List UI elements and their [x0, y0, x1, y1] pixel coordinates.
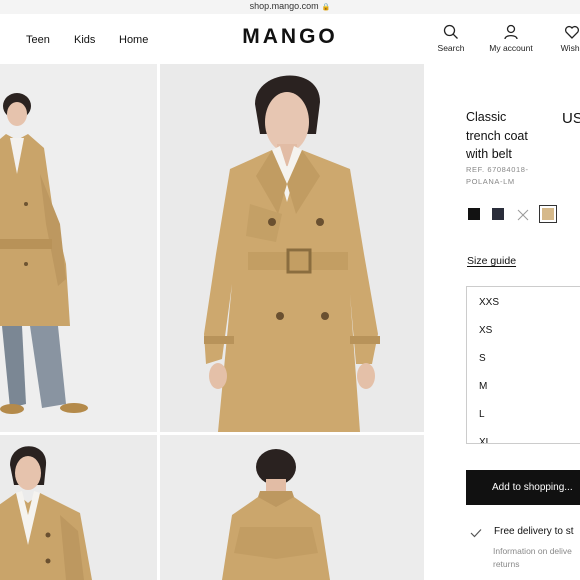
- size-option-s[interactable]: S: [479, 353, 486, 364]
- site-header: n Teen Kids Home MANGO Search My account…: [0, 14, 580, 64]
- size-option-xxs[interactable]: XXS: [479, 297, 499, 308]
- add-to-bag-button[interactable]: Add to shopping...: [466, 470, 580, 505]
- delivery-info-line: returns: [493, 559, 520, 569]
- wishlist-button[interactable]: Wishli: [552, 24, 580, 53]
- color-swatch-navy[interactable]: [492, 208, 504, 220]
- size-option-l[interactable]: L: [479, 409, 485, 420]
- product-reference: REF. 67084018- POLANA-LM: [466, 164, 536, 188]
- user-icon: [504, 24, 518, 40]
- product-info-panel: Classic trench coat with belt US REF. 67…: [424, 64, 580, 580]
- title-line: Classic: [466, 110, 507, 124]
- model-photo-2: [160, 64, 424, 432]
- account-button[interactable]: My account: [483, 24, 539, 53]
- search-button[interactable]: Search: [434, 24, 468, 53]
- model-photo-1: [0, 64, 157, 432]
- size-selector-list[interactable]: XXS XS S M L XL: [466, 286, 580, 444]
- check-icon: [470, 529, 482, 538]
- delivery-info-line: Information on delive: [493, 546, 572, 556]
- title-line: trench coat: [466, 128, 528, 143]
- heart-icon: [565, 25, 579, 39]
- wishlist-label: Wishli: [560, 43, 580, 53]
- product-title: Classic trench coat with belt: [466, 108, 550, 164]
- product-photo-back[interactable]: [160, 435, 424, 580]
- lock-icon: 🔒: [321, 4, 331, 11]
- model-photo-4: [160, 435, 424, 580]
- browser-address-bar[interactable]: shop.mango.com 🔒: [0, 0, 580, 14]
- product-photo-full-front[interactable]: [0, 64, 157, 432]
- product-photo-open-front[interactable]: [0, 435, 157, 580]
- search-icon: [443, 24, 458, 39]
- free-delivery-text: Free delivery to st: [494, 526, 574, 537]
- product-gallery: [0, 64, 424, 580]
- search-label: Search: [437, 43, 465, 53]
- size-option-xs[interactable]: XS: [479, 325, 492, 336]
- account-label: My account: [489, 43, 533, 53]
- reference-line: REF. 67084018-: [466, 165, 529, 174]
- color-swatch-black[interactable]: [468, 208, 480, 220]
- reference-line: POLANA-LM: [466, 177, 515, 186]
- url-text: shop.mango.com: [249, 1, 319, 11]
- product-photo-belted-front[interactable]: [160, 64, 424, 432]
- size-option-m[interactable]: M: [479, 381, 487, 392]
- swatch-fill: [542, 208, 554, 220]
- color-swatch-white[interactable]: [517, 208, 529, 221]
- model-photo-3: [0, 435, 157, 580]
- size-option-xl[interactable]: XL: [479, 437, 491, 443]
- delivery-info-link[interactable]: Information on delive returns: [493, 545, 580, 571]
- size-guide-link[interactable]: Size guide: [467, 255, 516, 267]
- color-swatch-beige-selected[interactable]: [539, 205, 557, 223]
- title-line: with belt: [466, 147, 512, 161]
- product-price: US: [562, 110, 580, 127]
- cross-out-icon: [517, 209, 529, 221]
